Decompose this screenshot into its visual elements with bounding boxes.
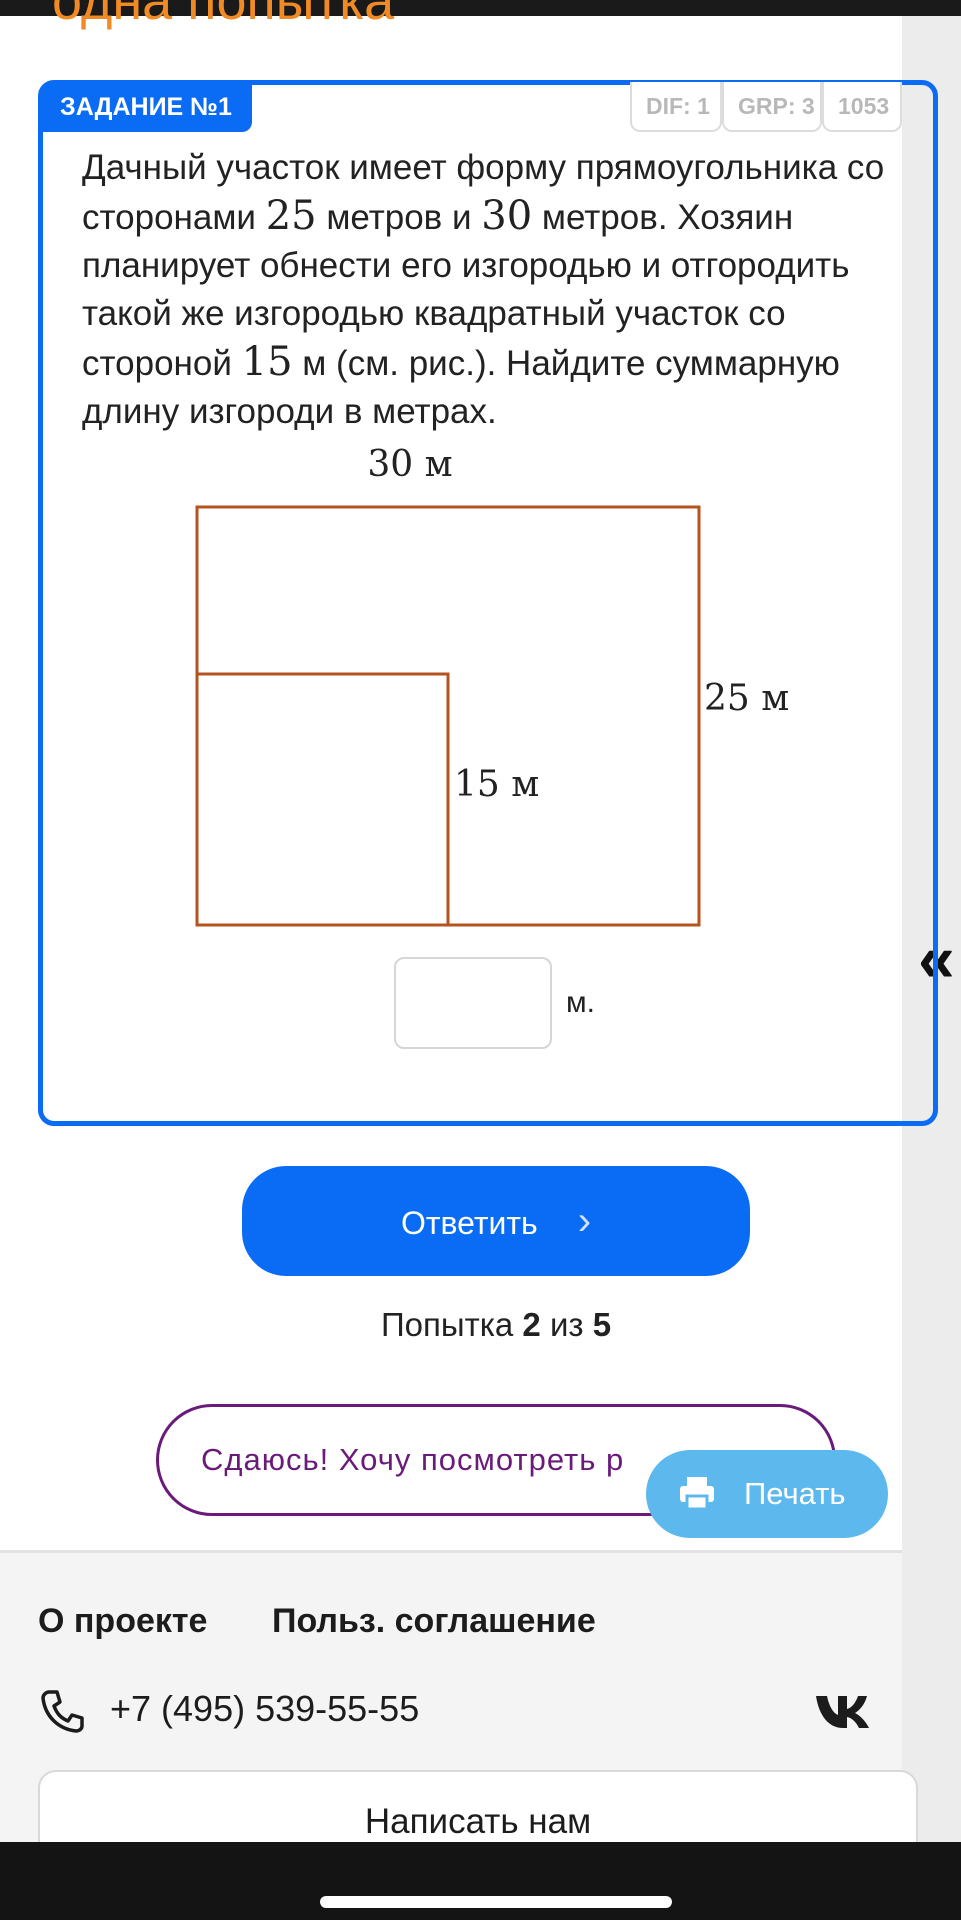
task-text-part: метров и [326,198,472,237]
right-side-label: 25 м [704,678,789,719]
answer-unit: м. [566,986,595,1019]
task-statement: Дачный участок имеет форму прямоугольник… [82,144,902,436]
attempt-counter: Попытка 2 из 5 [0,1306,961,1344]
printer-icon [680,1477,714,1511]
inner-square-fence [197,672,450,925]
phone-number[interactable]: +7 (495) 539-55-55 [110,1688,419,1730]
task-number: 30 [481,193,533,239]
task-number: 25 [265,193,317,239]
attempt-separator: из [549,1306,584,1343]
answer-input[interactable] [394,957,552,1049]
page-heading: одна попытка [52,0,395,31]
terms-link[interactable]: Польз. соглашение [272,1602,596,1641]
group-chip: GRP: 3 [722,82,822,132]
about-link[interactable]: О проекте [38,1602,207,1641]
plot-figure: 30 м 25 м 15 м [195,444,789,927]
inner-side-label: 15 м [454,764,539,805]
attempt-current: 2 [522,1306,541,1343]
difficulty-chip: DIF: 1 [630,82,722,132]
submit-answer-button[interactable]: Ответить › [242,1166,750,1276]
attempt-total: 5 [592,1306,612,1343]
task-number: 15 [241,339,293,385]
chevron-right-icon: › [577,1199,592,1243]
home-bar [0,1842,961,1920]
top-side-label: 30 м [367,444,452,485]
task-id-chip: 1053 [822,82,902,132]
task-number-badge: ЗАДАНИЕ №1 [40,82,252,132]
submit-label: Ответить [400,1205,538,1241]
phone-icon [41,1690,84,1733]
home-indicator[interactable] [320,1896,672,1908]
attempt-prefix: Попытка [380,1306,514,1343]
vk-icon[interactable] [814,1690,870,1730]
